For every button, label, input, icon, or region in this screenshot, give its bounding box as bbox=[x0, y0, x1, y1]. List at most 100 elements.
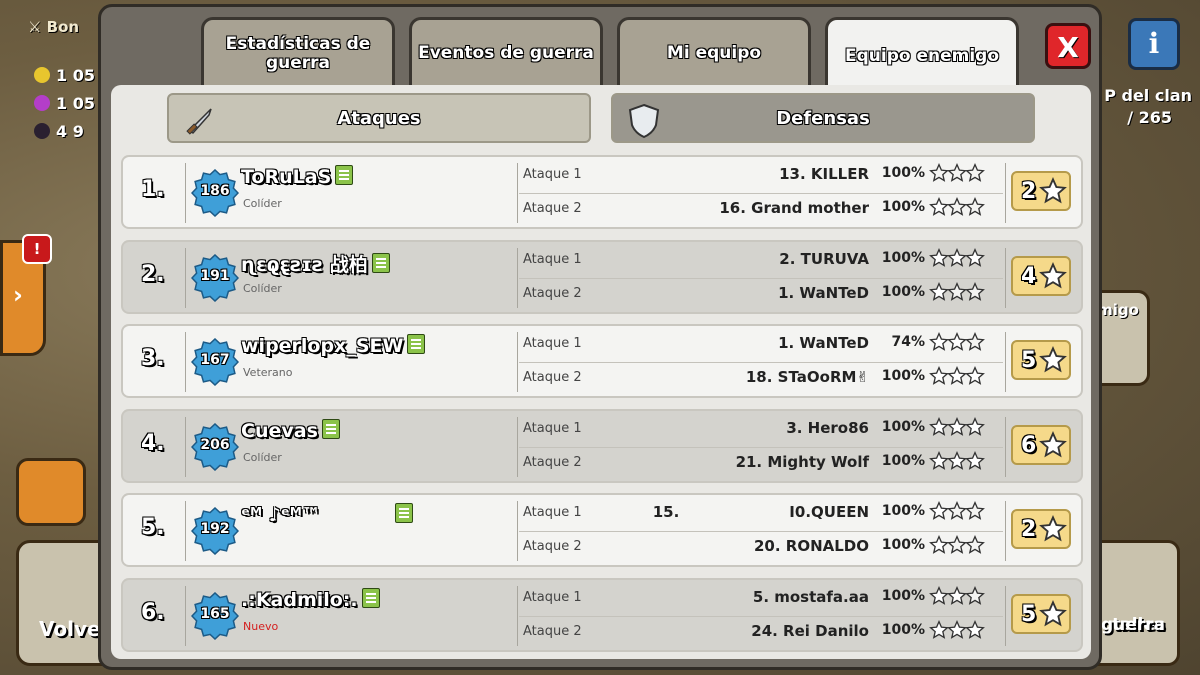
sword-icon bbox=[186, 108, 212, 135]
attack-percent: 100% bbox=[881, 537, 925, 553]
attack-divider bbox=[519, 615, 1003, 617]
attack-percent: 100% bbox=[881, 368, 925, 384]
row-divider bbox=[517, 247, 518, 308]
attack-stars bbox=[929, 366, 985, 390]
star-filled-icon bbox=[965, 450, 985, 470]
shield-icon bbox=[628, 103, 660, 139]
attack-stars bbox=[929, 247, 985, 272]
total-stars-value: 5 bbox=[1021, 348, 1037, 373]
chevron-right-icon: › bbox=[13, 281, 23, 309]
star-filled-icon bbox=[929, 366, 949, 385]
attack-target: 1. WaNTeD bbox=[778, 334, 869, 352]
notes-icon[interactable] bbox=[321, 418, 340, 439]
attack-stars bbox=[929, 501, 985, 525]
star-filled-icon bbox=[947, 416, 967, 436]
player-role: Colíder bbox=[243, 450, 282, 464]
notes-icon[interactable] bbox=[335, 165, 354, 185]
total-star-wrap bbox=[1039, 430, 1067, 463]
content-panel: Ataques Defensas 1. 186 ToRuLaS Colíder Ataq… bbox=[111, 85, 1091, 659]
attack-line: Ataque 2 20. RONALDO 100% bbox=[519, 531, 1003, 565]
star-empty-icon bbox=[965, 585, 985, 605]
row-divider bbox=[1005, 416, 1006, 477]
star-empty-icon bbox=[965, 501, 985, 520]
total-stars-value: 5 bbox=[1021, 601, 1037, 627]
row-divider bbox=[517, 416, 518, 477]
level-number: 165 bbox=[200, 605, 230, 622]
total-star-wrap bbox=[1039, 177, 1067, 209]
attack-label: Ataque 2 bbox=[523, 454, 582, 470]
star-empty-icon bbox=[947, 501, 967, 520]
level-badge: 165 bbox=[190, 591, 240, 640]
attack-divider bbox=[519, 531, 1003, 532]
attack-stars bbox=[929, 332, 985, 356]
row-divider bbox=[1005, 163, 1006, 223]
attack-line: Ataque 2 18. STaOoRM✌ 100% bbox=[519, 362, 1003, 396]
star-empty-icon bbox=[947, 281, 967, 301]
attack-target: 20. RONALDO bbox=[753, 537, 869, 555]
player-name-text: ᵉᴹ ♪ᵉᴹ™ bbox=[241, 504, 321, 526]
star-empty-icon bbox=[965, 197, 985, 216]
player-role: Colíder bbox=[243, 281, 282, 295]
attack-label: Ataque 1 bbox=[523, 420, 582, 436]
total-stars-box: 4 bbox=[1011, 255, 1071, 296]
notes-icon[interactable] bbox=[361, 587, 380, 608]
notes-icon[interactable] bbox=[407, 334, 426, 354]
star-filled-icon bbox=[929, 501, 949, 520]
attack-stars bbox=[929, 197, 985, 221]
elixir-counter: 1 05 bbox=[34, 94, 95, 113]
info-button[interactable]: i bbox=[1128, 18, 1180, 70]
attack-line: Ataque 1 5. mostafa.aa 100% bbox=[519, 582, 1003, 616]
attack-line: Ataque 2 21. Mighty Wolf 100% bbox=[519, 447, 1003, 481]
attack-label: Ataque 1 bbox=[523, 251, 582, 267]
attack-line: Ataque 1 1. WaNTeD 74% bbox=[519, 328, 1003, 362]
player-row[interactable]: 5. 192 ᵉᴹ ♪ᵉᴹ™ Ataque 1 15. I0.QUEEN 100% Ataqu… bbox=[121, 493, 1083, 567]
player-name-text: .:Kadmilo:. bbox=[241, 588, 358, 611]
tab-war-stats[interactable]: Estadísticas de guerra bbox=[201, 17, 395, 87]
subtab-attacks[interactable]: Ataques bbox=[167, 93, 591, 143]
attack-label: Ataque 1 bbox=[523, 336, 582, 351]
attack-target: 18. STaOoRM✌ bbox=[745, 368, 869, 386]
player-rank: 3. bbox=[141, 346, 165, 371]
attack-stars bbox=[929, 585, 985, 610]
level-badge: 191 bbox=[190, 253, 240, 302]
star-filled-icon bbox=[929, 535, 949, 554]
player-rank: 5. bbox=[141, 515, 165, 540]
star-filled-icon bbox=[929, 197, 949, 216]
tab-war-events[interactable]: Eventos de guerra bbox=[409, 17, 603, 87]
total-stars-value: 4 bbox=[1021, 263, 1037, 289]
star-empty-icon bbox=[947, 535, 967, 554]
total-stars-box: 2 bbox=[1011, 509, 1071, 549]
notes-icon[interactable] bbox=[394, 503, 413, 523]
player-row[interactable]: 4. 206 Cuevas Colíder Ataque 1 3. Hero86 100% A… bbox=[121, 408, 1083, 483]
tab-my-team[interactable]: Mi equipo bbox=[617, 17, 811, 87]
close-button[interactable]: X bbox=[1045, 23, 1091, 69]
army-button[interactable] bbox=[16, 458, 86, 526]
player-row[interactable]: 2. 191 ɳɛɷ̢ɛ̢ƨɪƨ 战柏 Colíder Ataque 1 2. TURUV… bbox=[121, 239, 1083, 314]
attack-percent: 100% bbox=[881, 503, 925, 519]
row-divider bbox=[185, 585, 186, 646]
attack-stars bbox=[929, 281, 985, 306]
row-divider bbox=[517, 163, 518, 223]
star-filled-icon bbox=[1039, 261, 1067, 288]
level-number: 186 bbox=[200, 183, 230, 199]
total-stars-box: 5 bbox=[1011, 340, 1071, 380]
star-filled-icon bbox=[1039, 346, 1067, 373]
row-divider bbox=[185, 416, 186, 477]
star-filled-icon bbox=[1039, 177, 1067, 204]
player-row[interactable]: 6. 165 .:Kadmilo:. Nuevo Ataque 1 5. mostafa.… bbox=[121, 577, 1083, 652]
attack-stars bbox=[929, 450, 985, 475]
attack-percent: 100% bbox=[881, 621, 925, 638]
attack-divider bbox=[519, 277, 1003, 279]
star-filled-icon bbox=[965, 619, 985, 639]
attack-stars bbox=[929, 163, 985, 187]
row-divider bbox=[517, 501, 518, 561]
player-row[interactable]: 1. 186 ToRuLaS Colíder Ataque 1 13. KILLER 100… bbox=[121, 155, 1083, 229]
notes-icon[interactable] bbox=[371, 252, 390, 273]
level-number: 206 bbox=[200, 436, 230, 453]
attack-divider bbox=[519, 193, 1003, 194]
back-button-label: Volve bbox=[39, 617, 101, 641]
player-row[interactable]: 3. 167 wiperlopx_SEW Veterano Ataque 1 1. WaN… bbox=[121, 324, 1083, 398]
tab-enemy-team[interactable]: Equipo enemigo bbox=[825, 17, 1019, 93]
subtab-defenses[interactable]: Defensas bbox=[611, 93, 1035, 143]
total-stars-box: 5 bbox=[1011, 593, 1071, 634]
